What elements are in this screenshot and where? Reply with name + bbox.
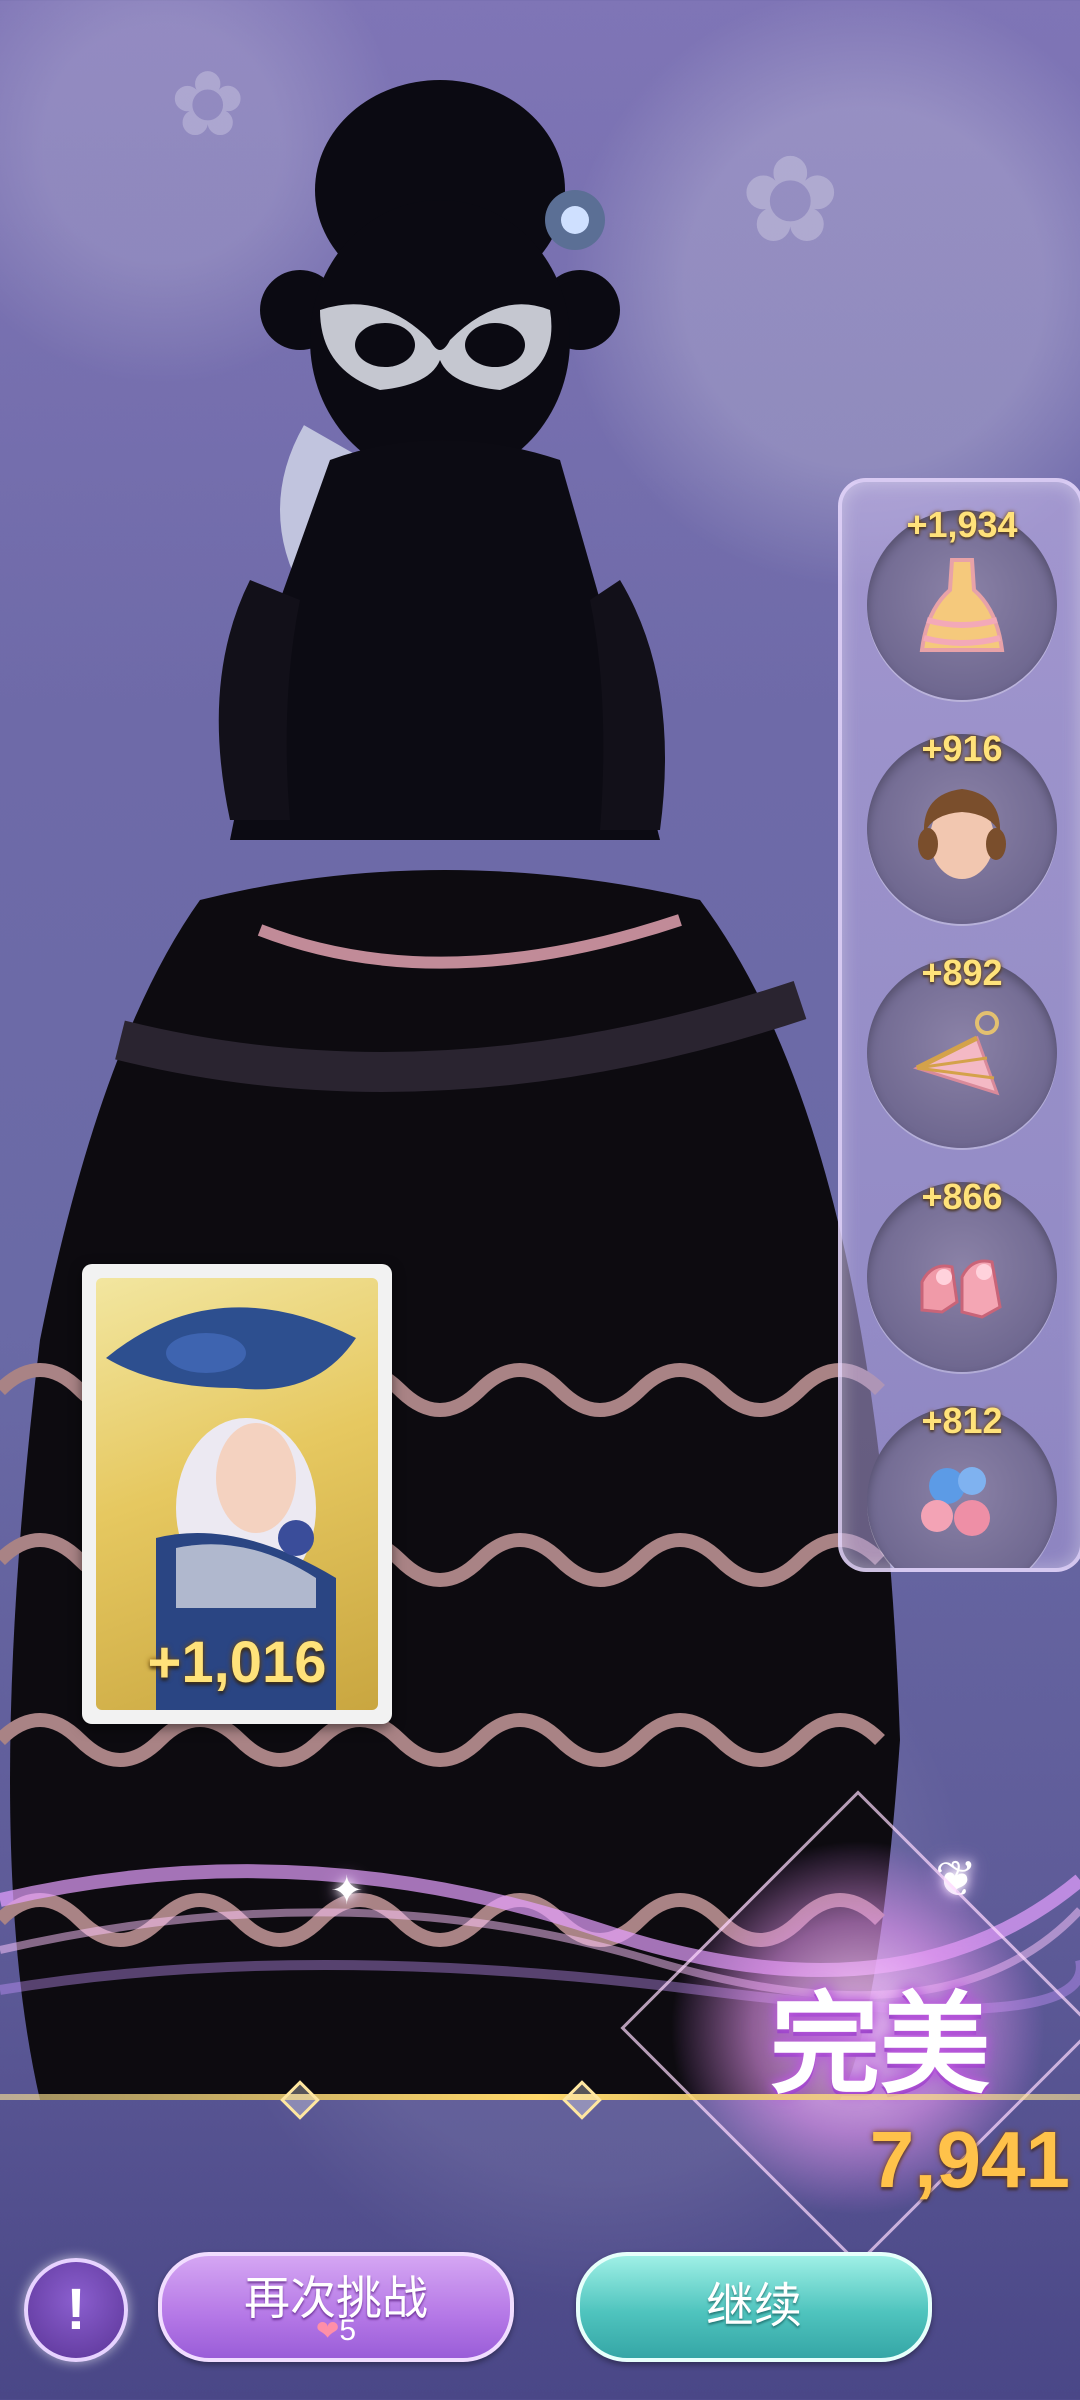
reward-item: +1,934: [867, 504, 1057, 700]
reward-score: +892: [921, 952, 1003, 993]
reward-score: +1,934: [906, 504, 1018, 545]
character-model: [0, 40, 900, 2100]
reward-score: +812: [921, 1400, 1003, 1441]
card-score: +1,016: [147, 1630, 327, 1695]
reward-item: +866: [867, 1176, 1057, 1372]
reward-item: +812: [867, 1400, 1057, 1568]
shoes-icon: [920, 1259, 1002, 1319]
fan-icon: [913, 1011, 1000, 1096]
reward-score: +866: [921, 1176, 1003, 1217]
roses-icon: [921, 1467, 990, 1536]
divider-line: [0, 2094, 1080, 2100]
rating-label: 完美: [770, 1984, 990, 2107]
continue-label: 继续: [705, 2280, 802, 2333]
reward-item: +892: [867, 952, 1057, 1148]
total-score: 7,941: [869, 2115, 1070, 2204]
heart-icon: ❤: [315, 2315, 340, 2346]
retry-cost: ❤5: [162, 2314, 510, 2348]
hint-button[interactable]: !: [24, 2258, 128, 2362]
retry-button[interactable]: 再次挑战 ❤5: [158, 2252, 514, 2362]
hair-icon: [918, 789, 1006, 879]
outfit-score-panel: +1,934 +916 +892 +866 +812: [838, 478, 1080, 1572]
reward-score: +916: [921, 728, 1003, 769]
designer-card: +1,016: [82, 1264, 392, 1724]
sparkle-icon: ✦: [330, 1869, 364, 1913]
continue-button[interactable]: 继续: [576, 2252, 932, 2362]
dress-icon: [919, 558, 1005, 652]
reward-item: +916: [867, 728, 1057, 924]
retry-cost-value: 5: [339, 2314, 357, 2347]
